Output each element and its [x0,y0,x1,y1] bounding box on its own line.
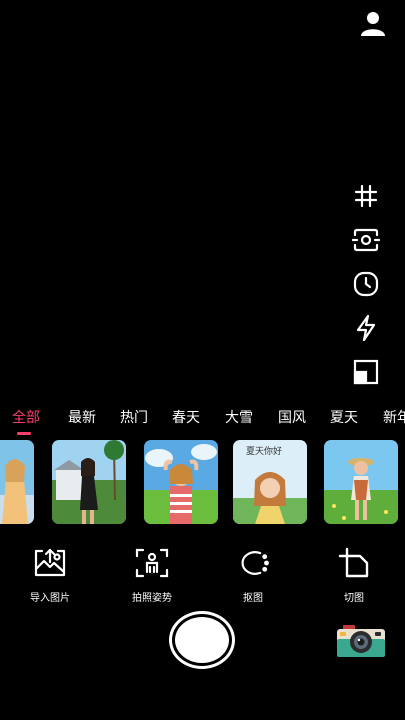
tab-latest[interactable]: 最新 [68,407,96,427]
crop-icon [336,545,372,581]
grid-icon[interactable] [348,178,384,214]
cutout-icon [235,545,271,581]
import-image-icon [32,545,68,581]
shutter-button[interactable] [169,611,235,669]
crop-button[interactable]: 切图 [319,545,389,605]
tab-summer[interactable]: 夏天 [330,407,358,427]
template-strip: 夏天你好 [0,440,405,524]
import-image-label: 导入图片 [30,593,70,604]
category-tabs: 全部 最新 热门 春天 大雪 国风 夏天 新年 [0,403,405,437]
action-bar: 导入图片 拍照姿势 抠图 切图 [0,545,405,605]
aspect-ratio-icon[interactable] [348,354,384,390]
template-thumb[interactable]: 夏天你好 [233,440,307,524]
tab-all[interactable]: 全部 [12,407,40,427]
photo-pose-label: 拍照姿势 [132,593,172,604]
cutout-label: 抠图 [243,593,263,604]
tab-new-year[interactable]: 新年 [383,407,405,427]
flash-icon[interactable] [348,310,384,346]
cutout-button[interactable]: 抠图 [218,545,288,605]
flip-camera-icon[interactable] [348,222,384,258]
tab-hot[interactable]: 热门 [120,407,148,427]
pose-icon [134,545,170,581]
retro-camera-icon[interactable] [334,621,388,661]
tab-heavy-snow[interactable]: 大雪 [225,407,253,427]
tab-spring[interactable]: 春天 [172,407,200,427]
import-image-button[interactable]: 导入图片 [15,545,85,605]
template-thumb[interactable] [144,440,218,524]
crop-label: 切图 [344,593,364,604]
timer-icon[interactable] [348,266,384,302]
camera-tools [348,178,384,398]
tab-chinese-style[interactable]: 国风 [278,407,306,427]
template-thumb[interactable] [52,440,126,524]
template-thumb[interactable] [0,440,34,524]
user-icon[interactable] [356,8,390,38]
template-thumb[interactable] [324,440,398,524]
template-caption: 夏天你好 [246,447,283,457]
photo-pose-button[interactable]: 拍照姿势 [117,545,187,605]
shutter-inner [175,617,229,663]
active-tab-indicator [17,432,31,435]
